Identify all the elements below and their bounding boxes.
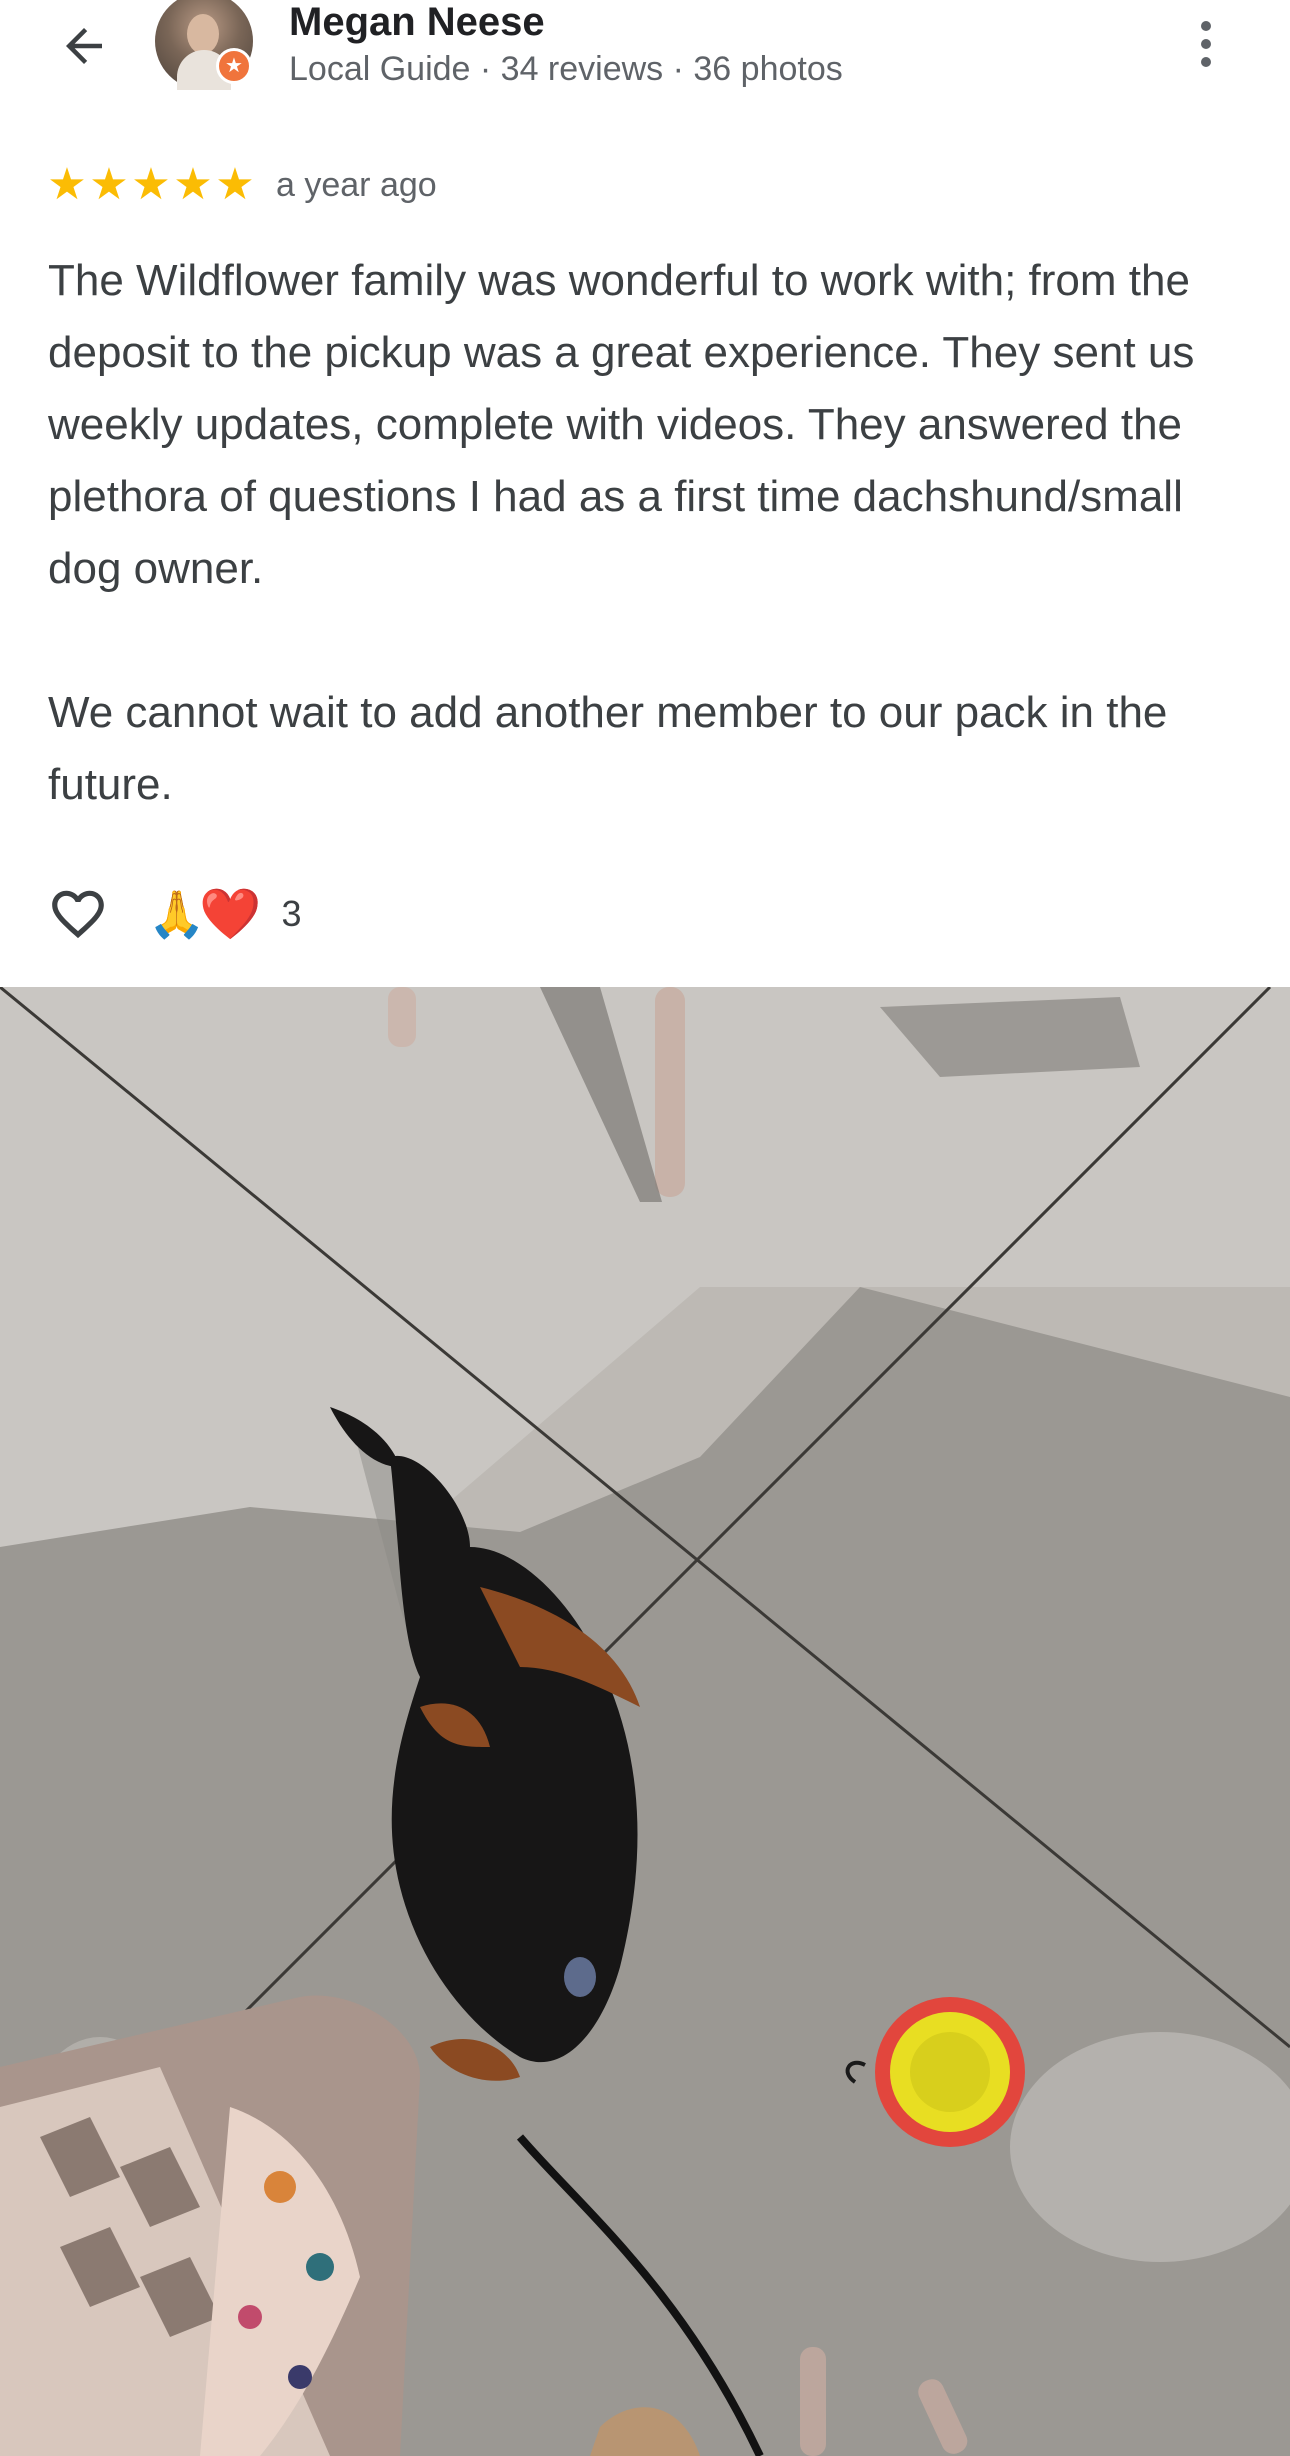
more-vertical-icon (1201, 21, 1211, 31)
star-icon: ★ (173, 160, 213, 209)
local-guide-star-icon: ★ (216, 48, 252, 84)
back-button[interactable] (48, 10, 120, 82)
reactions-row: 🙏 ❤️ 3 (46, 878, 302, 950)
more-options-button[interactable] (1174, 8, 1238, 80)
star-icon: ★ (131, 160, 171, 209)
review-paragraph: We cannot wait to add another member to … (48, 688, 1168, 809)
star-icon: ★ (215, 160, 255, 209)
review-header: ★ Megan Neese Local Guide · 34 reviews ·… (0, 0, 1290, 110)
arrow-left-icon (66, 28, 102, 64)
red-heart-emoji: ❤️ (199, 886, 262, 942)
reaction-count: 3 (281, 893, 302, 934)
review-paragraph: The Wildflower family was wonderful to w… (48, 256, 1195, 593)
star-icon: ★ (89, 160, 129, 209)
reviewer-avatar[interactable]: ★ (155, 0, 253, 90)
like-button[interactable] (46, 882, 110, 946)
reviewer-name[interactable]: Megan Neese (289, 0, 545, 45)
rating-row: ★ ★ ★ ★ ★ a year ago (46, 160, 437, 210)
praying-hands-emoji: 🙏 (148, 888, 206, 940)
reviewer-meta: Local Guide · 34 reviews · 36 photos (289, 50, 843, 88)
heart-outline-icon (52, 890, 104, 939)
reaction-summary[interactable]: 🙏 ❤️ 3 (148, 889, 302, 939)
star-rating: ★ ★ ★ ★ ★ (46, 163, 256, 207)
star-icon: ★ (47, 160, 87, 209)
review-photo[interactable] (0, 987, 1290, 2456)
review-photo-image (0, 987, 1290, 2456)
review-time: a year ago (276, 165, 437, 204)
review-body: The Wildflower family was wonderful to w… (48, 245, 1248, 821)
